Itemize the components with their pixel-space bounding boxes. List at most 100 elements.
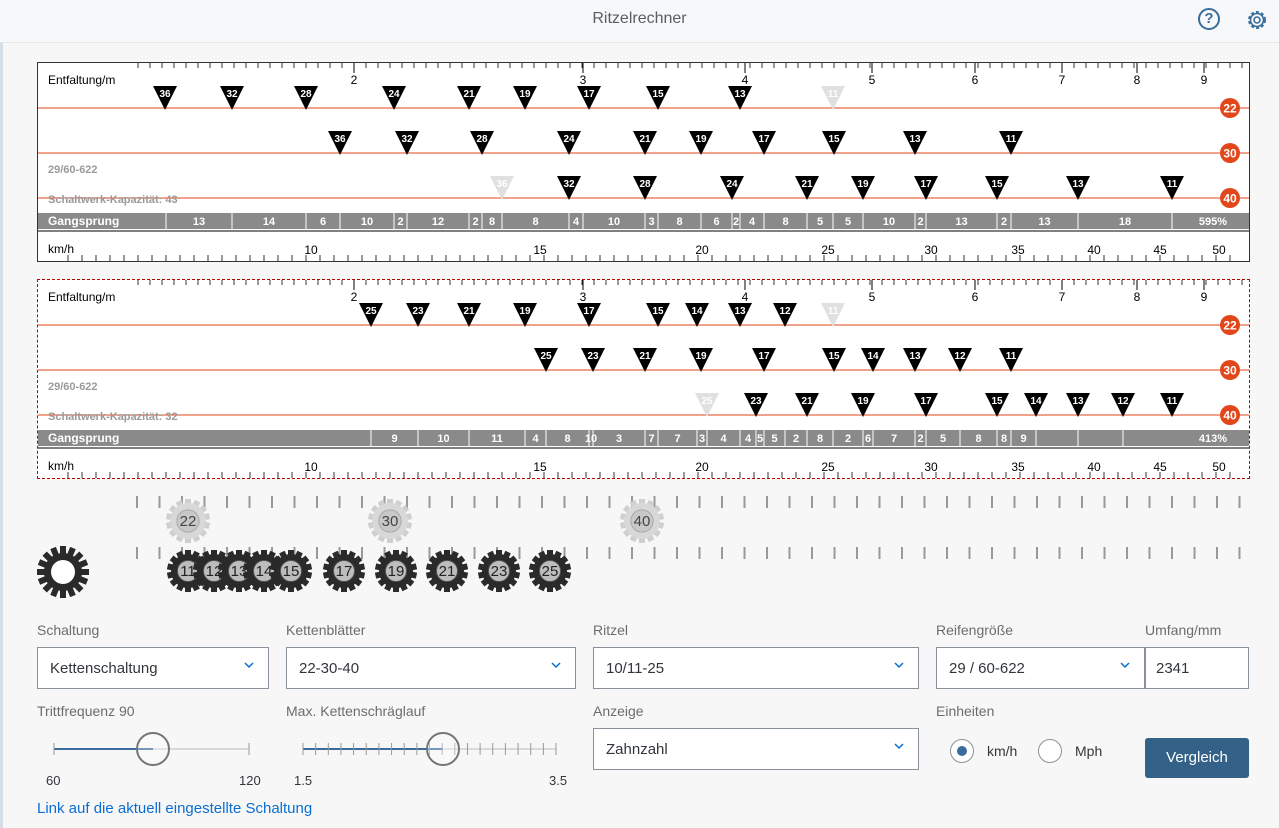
gangsprung-value: 2	[917, 216, 923, 228]
cog-marker-label: 15	[652, 306, 664, 317]
cog-marker-label: 13	[909, 351, 921, 362]
kmh-tick-label: 30	[924, 243, 938, 257]
cog-marker-label: 11	[828, 306, 839, 317]
cog-label: 23	[491, 563, 508, 580]
gangsprung-value: 2	[793, 433, 799, 445]
ritzel-select[interactable]: 10/11-25	[593, 647, 919, 689]
trittfrequenz-handle[interactable]	[136, 732, 170, 766]
entf-tick-label: 3	[580, 290, 587, 304]
entf-tick-label: 6	[972, 290, 979, 304]
entfaltung-axis-label: Entfaltung/m	[48, 73, 115, 87]
gangsprung-value: 3	[699, 433, 705, 445]
schraeglauf-slider[interactable]	[286, 730, 576, 770]
cog-marker-label: 19	[857, 179, 869, 190]
schraeglauf-handle[interactable]	[426, 732, 460, 766]
entf-tick-label: 5	[869, 73, 876, 87]
kmh-tick-label: 20	[695, 460, 709, 474]
gangsprung-value: 8	[564, 433, 570, 445]
mph-radio[interactable]	[1038, 739, 1062, 763]
gangsprung-value: 8	[1001, 433, 1007, 445]
reifen-label: Reifengröße	[936, 622, 1014, 638]
kmh-radio[interactable]	[950, 739, 974, 763]
entf-tick-label: 2	[351, 73, 358, 87]
trittfrequenz-slider[interactable]	[37, 730, 277, 770]
gangsprung-value: 9	[391, 433, 397, 445]
kmh-tick-label: 15	[533, 460, 547, 474]
gangsprung-value: 7	[891, 433, 897, 445]
kmh-tick-label: 45	[1153, 243, 1167, 257]
cog-marker-label: 28	[300, 89, 312, 100]
gear-chart-1[interactable]: Entfaltung/m 2 3 4 5 6 7 8 9 22 36 32 28 24 21 19 17 15 13…	[37, 62, 1250, 262]
reifen-select[interactable]: 29 / 60-622	[936, 647, 1145, 689]
chainring-badge-label: 22	[1223, 319, 1237, 333]
settings-gear-icon[interactable]	[1245, 8, 1269, 32]
cog-marker-label: 21	[639, 351, 651, 362]
umfang-label: Umfang/mm	[1145, 622, 1222, 638]
schaltung-select[interactable]: Kettenschaltung	[37, 647, 269, 689]
cog-label: 22	[180, 513, 197, 530]
kmh-tick-label: 30	[924, 460, 938, 474]
cog-label: 21	[439, 563, 456, 580]
mph-radio-label[interactable]: Mph	[1075, 743, 1102, 759]
cog-label: 17	[336, 563, 353, 580]
anzeige-value: Zahnzahl	[606, 741, 668, 758]
umfang-input[interactable]: 2341	[1145, 647, 1249, 689]
cog-marker-label: 19	[519, 306, 531, 317]
gangsprung-bar	[38, 430, 1249, 446]
cog-marker-label: 25	[540, 351, 552, 362]
gangsprung-value: 12	[432, 216, 444, 228]
schaltung-link[interactable]: Link auf die aktuell eingestellte Schalt…	[37, 800, 312, 817]
gear-visualization: 22 30 4011 12 13 14 15 17 19 21 23 25	[37, 496, 1241, 598]
gangsprung-value: 13	[955, 216, 967, 228]
kettenblaetter-select[interactable]: 22-30-40	[286, 647, 576, 689]
kettenblaetter-label: Kettenblätter	[286, 622, 366, 638]
gangsprung-value: 10	[883, 216, 895, 228]
kmh-tick-label: 25	[821, 460, 835, 474]
vergleich-button[interactable]: Vergleich	[1145, 738, 1249, 778]
cog-marker-label: 17	[920, 396, 932, 407]
cog-marker-label: 17	[920, 179, 932, 190]
gangsprung-value: 3	[648, 216, 654, 228]
gangsprung-label: Gangsprung	[48, 214, 119, 228]
gangsprung-value: 7	[648, 433, 654, 445]
gangsprung-value: 13	[193, 216, 205, 228]
chevron-down-icon	[551, 662, 561, 669]
chevron-down-icon	[894, 743, 904, 750]
trittfrequenz-label: Trittfrequenz 90	[37, 703, 135, 719]
cog-marker-label: 12	[1117, 396, 1129, 407]
entf-tick-label: 4	[742, 73, 749, 87]
kmh-tick-label: 35	[1011, 460, 1025, 474]
cog-marker-label: 11	[1167, 179, 1178, 190]
cassette-cog-25: 25	[528, 550, 572, 592]
gangsprung-value: 6	[320, 216, 326, 228]
cog-marker-label: 13	[734, 306, 746, 317]
gangsprung-value: 6	[865, 433, 871, 445]
cassette-cog-23: 23	[477, 550, 521, 592]
cog-marker-label: 15	[652, 89, 664, 100]
cog-marker-label: 11	[1167, 396, 1178, 407]
capacity-label: Schaltwerk-Kapazität: 32	[48, 411, 178, 423]
kmh-tick-label: 25	[821, 243, 835, 257]
cog-marker-label: 21	[801, 396, 813, 407]
cog-marker-label: 24	[388, 89, 400, 100]
cog-marker-label: 19	[519, 89, 531, 100]
gangsprung-value: 2	[397, 216, 403, 228]
cog-marker-label: 19	[695, 351, 707, 362]
entf-tick-label: 8	[1134, 290, 1141, 304]
kmh-tick-label: 10	[304, 243, 318, 257]
kmh-tick-label: 40	[1087, 243, 1101, 257]
kmh-tick-label: 50	[1212, 460, 1226, 474]
kmh-axis-label: km/h	[48, 242, 74, 256]
kmh-radio-label[interactable]: km/h	[987, 743, 1017, 759]
schraeglauf-max: 3.5	[549, 773, 568, 788]
schaltung-value: Kettenschaltung	[50, 660, 158, 677]
gangsprung-value: 10	[585, 433, 597, 445]
cog-marker-label: 14	[867, 351, 879, 362]
gangsprung-value: 14	[263, 216, 276, 228]
gangsprung-value: 3	[616, 433, 622, 445]
chainring-badge-label: 30	[1223, 147, 1237, 161]
help-icon[interactable]: ?	[1198, 8, 1220, 30]
gear-chart-2-selected[interactable]: Entfaltung/m 2 3 4 5 6 7 8 9 22 25 23 21 19 17 15 14 13 12…	[37, 279, 1250, 479]
capacity-label: Schaltwerk-Kapazität: 43	[48, 194, 178, 206]
anzeige-select[interactable]: Zahnzahl	[593, 728, 919, 770]
